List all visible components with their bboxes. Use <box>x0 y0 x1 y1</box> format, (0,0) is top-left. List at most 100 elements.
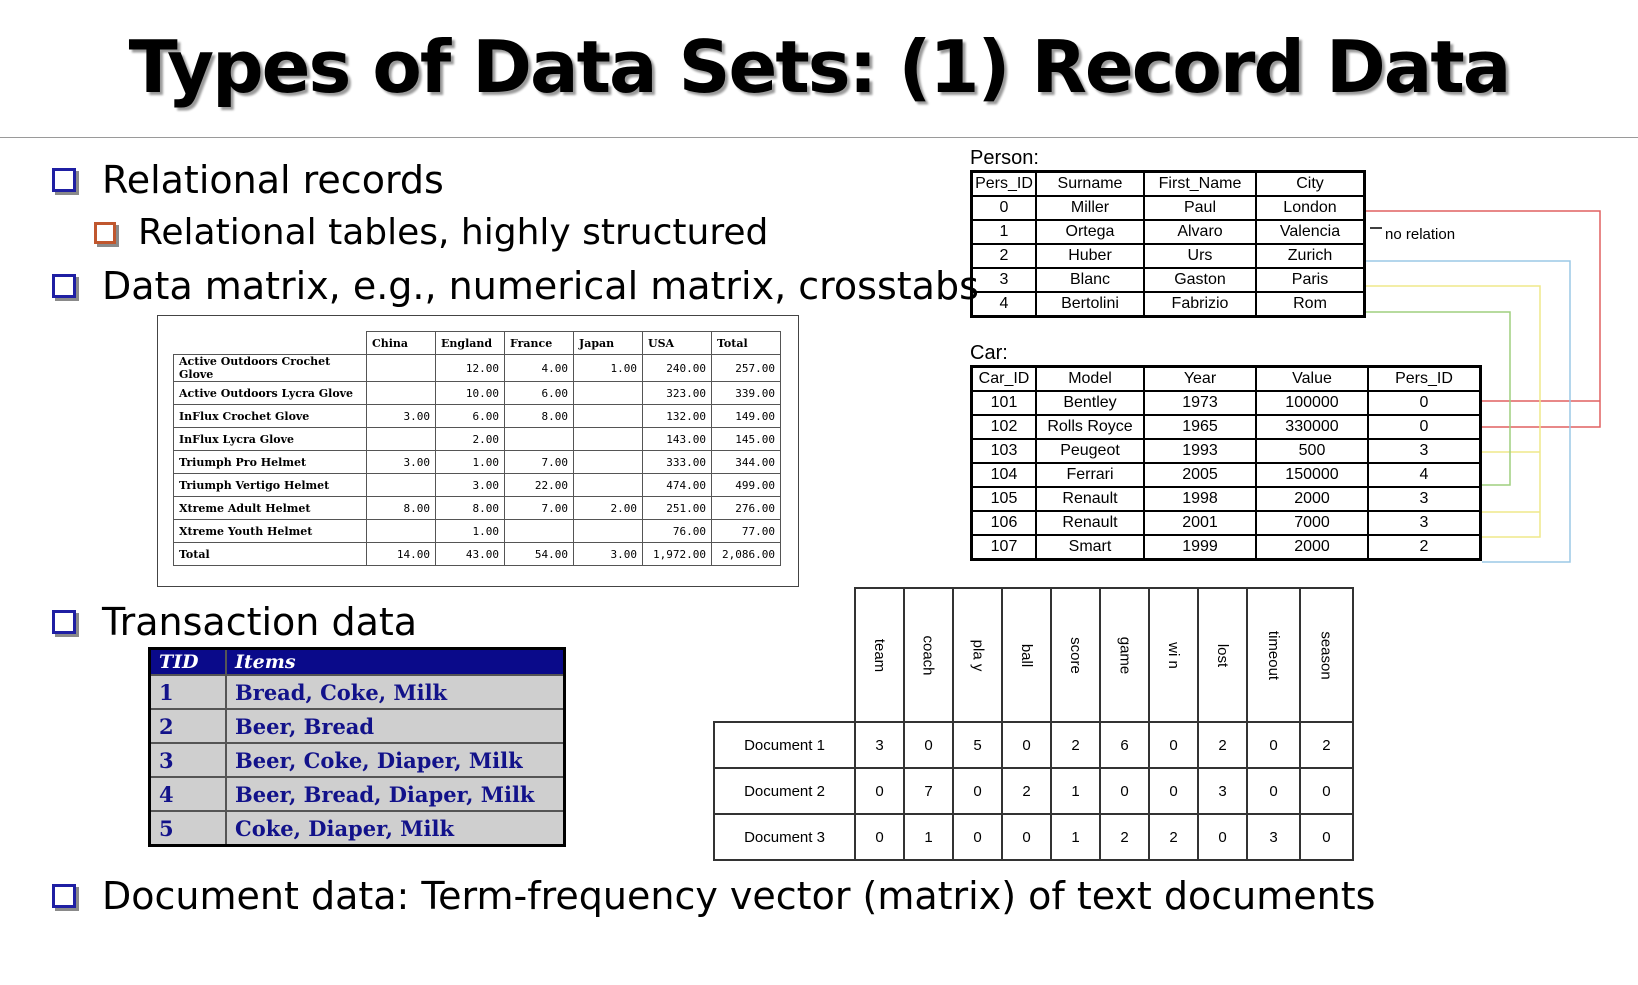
transaction-cell: Beer, Bread <box>225 708 566 744</box>
crosstab-cell: 77.00 <box>711 519 781 543</box>
crosstab-row: InFlux Lycra Glove 2.00 143.00 145.00 <box>173 427 781 451</box>
person-cell: Zurich <box>1255 243 1366 269</box>
crosstab-cell: 12.00 <box>435 354 505 382</box>
crosstab-cell: 2.00 <box>573 496 643 520</box>
transaction-cell: 2 <box>148 708 227 744</box>
crosstab-cell <box>366 354 436 382</box>
person-cell: Fabrizio <box>1143 291 1257 318</box>
term-count-cell: 3 <box>1197 767 1248 815</box>
link-red <box>1366 210 1601 428</box>
crosstab-cell: 3.00 <box>573 542 643 566</box>
term-count-cell: 0 <box>1001 813 1052 861</box>
car-cell: 2000 <box>1255 534 1369 561</box>
transaction-cell: 4 <box>148 776 227 812</box>
slide-title: Types of Data Sets: (1) Record Data <box>128 25 1512 109</box>
person-cell: Bertolini <box>1035 291 1145 318</box>
checkbox-bullet-icon <box>52 610 76 634</box>
crosstab-cell: 499.00 <box>711 473 781 497</box>
car-cell: 1965 <box>1143 414 1257 440</box>
crosstab-row-label: Xtreme Youth Helmet <box>173 519 367 543</box>
term-count-cell: 7 <box>903 767 954 815</box>
term-header: timeout <box>1245 587 1302 723</box>
term-label: wi n <box>1165 641 1182 669</box>
car-cell: 101 <box>970 390 1037 416</box>
car-cell: 150000 <box>1255 462 1369 488</box>
car-cell: 107 <box>970 534 1037 561</box>
crosstab-cell: 6.00 <box>435 404 505 428</box>
crosstab-cell: 1.00 <box>435 519 505 543</box>
crosstab-cell: 333.00 <box>642 450 712 474</box>
term-label: team <box>870 638 888 672</box>
bullet-document: Document data: Term-frequency vector (ma… <box>52 874 1375 918</box>
transaction-col-header: Items <box>225 647 566 676</box>
car-cell: 1999 <box>1143 534 1257 561</box>
term-count-cell: 6 <box>1099 721 1150 769</box>
term-label: timeout <box>1265 630 1283 680</box>
crosstab-cell <box>366 381 436 405</box>
term-header: lost <box>1197 587 1248 723</box>
document-row: Document 13050260202 <box>713 721 1354 769</box>
person-cell: Gaston <box>1143 267 1257 293</box>
crosstab-cell: 2,086.00 <box>711 542 781 566</box>
person-cell: Alvaro <box>1143 219 1257 245</box>
transaction-row: 5 Coke, Diaper, Milk <box>148 810 566 847</box>
crosstab-col-header: China <box>366 331 436 355</box>
crosstab-row-label: Triumph Pro Helmet <box>173 450 367 474</box>
car-cell: 7000 <box>1255 510 1369 536</box>
term-count-cell: 0 <box>903 721 954 769</box>
car-cell: Bentley <box>1035 390 1145 416</box>
bullet-text: Relational tables, highly structured <box>138 212 769 253</box>
person-cell: Rom <box>1255 291 1366 318</box>
transaction-header-row: TID Items <box>148 647 566 676</box>
car-cell: Peugeot <box>1035 438 1145 464</box>
term-count-cell: 3 <box>854 721 905 769</box>
car-cell: 100000 <box>1255 390 1369 416</box>
person-cell: 1 <box>970 219 1037 245</box>
term-label: coach <box>920 634 937 676</box>
crosstab-cell: 132.00 <box>642 404 712 428</box>
checkbox-bullet-icon <box>52 884 76 908</box>
term-header: game <box>1099 587 1150 723</box>
crosstab-header-row: China England France Japan USA Total <box>174 331 781 355</box>
term-header: coach <box>903 587 954 723</box>
term-label: lost <box>1214 643 1231 667</box>
person-col-header: Surname <box>1035 170 1145 197</box>
term-count-cell: 2 <box>1299 721 1354 769</box>
transaction-row: 1 Bread, Coke, Milk <box>148 674 566 710</box>
crosstab-cell <box>573 473 643 497</box>
crosstab-cell: 3.00 <box>366 450 436 474</box>
crosstab-col-header: France <box>504 331 574 355</box>
person-cell: Huber <box>1035 243 1145 269</box>
car-cell: Rolls Royce <box>1035 414 1145 440</box>
person-cell: 3 <box>970 267 1037 293</box>
transaction-cell: 1 <box>148 674 227 710</box>
bullet-matrix: Data matrix, e.g., numerical matrix, cro… <box>52 264 979 308</box>
crosstab-cell <box>366 473 436 497</box>
crosstab-cell <box>573 519 643 543</box>
person-cell: Paris <box>1255 267 1366 293</box>
transaction-cell: 3 <box>148 742 227 778</box>
title-divider <box>0 137 1638 138</box>
transaction-row: 3 Beer, Coke, Diaper, Milk <box>148 742 566 778</box>
document-label: Document 1 <box>713 721 856 769</box>
bullet-text: Document data: Term-frequency vector (ma… <box>102 874 1376 918</box>
crosstab-row: Triumph Vertigo Helmet 3.00 22.00 474.00 499… <box>173 473 781 497</box>
crosstab-cell: 14.00 <box>366 542 436 566</box>
transaction-cell: Bread, Coke, Milk <box>225 674 566 710</box>
crosstab-cell <box>573 404 643 428</box>
crosstab-cell <box>504 427 574 451</box>
crosstab-cell: 149.00 <box>711 404 781 428</box>
crosstab-cell: 1.00 <box>435 450 505 474</box>
document-label: Document 3 <box>713 813 856 861</box>
transaction-row: 2 Beer, Bread <box>148 708 566 744</box>
crosstab-cell: 2.00 <box>435 427 505 451</box>
crosstab-cell: 1.00 <box>573 354 643 382</box>
crosstab-cell: 474.00 <box>642 473 712 497</box>
person-cell: London <box>1255 195 1366 221</box>
person-cell: Ortega <box>1035 219 1145 245</box>
crosstab-cell <box>573 450 643 474</box>
bullet-text: Data matrix, e.g., numerical matrix, cro… <box>102 264 979 308</box>
crosstab-cell: 1,972.00 <box>642 542 712 566</box>
crosstab-cell: 7.00 <box>504 496 574 520</box>
crosstab-cell: 6.00 <box>504 381 574 405</box>
